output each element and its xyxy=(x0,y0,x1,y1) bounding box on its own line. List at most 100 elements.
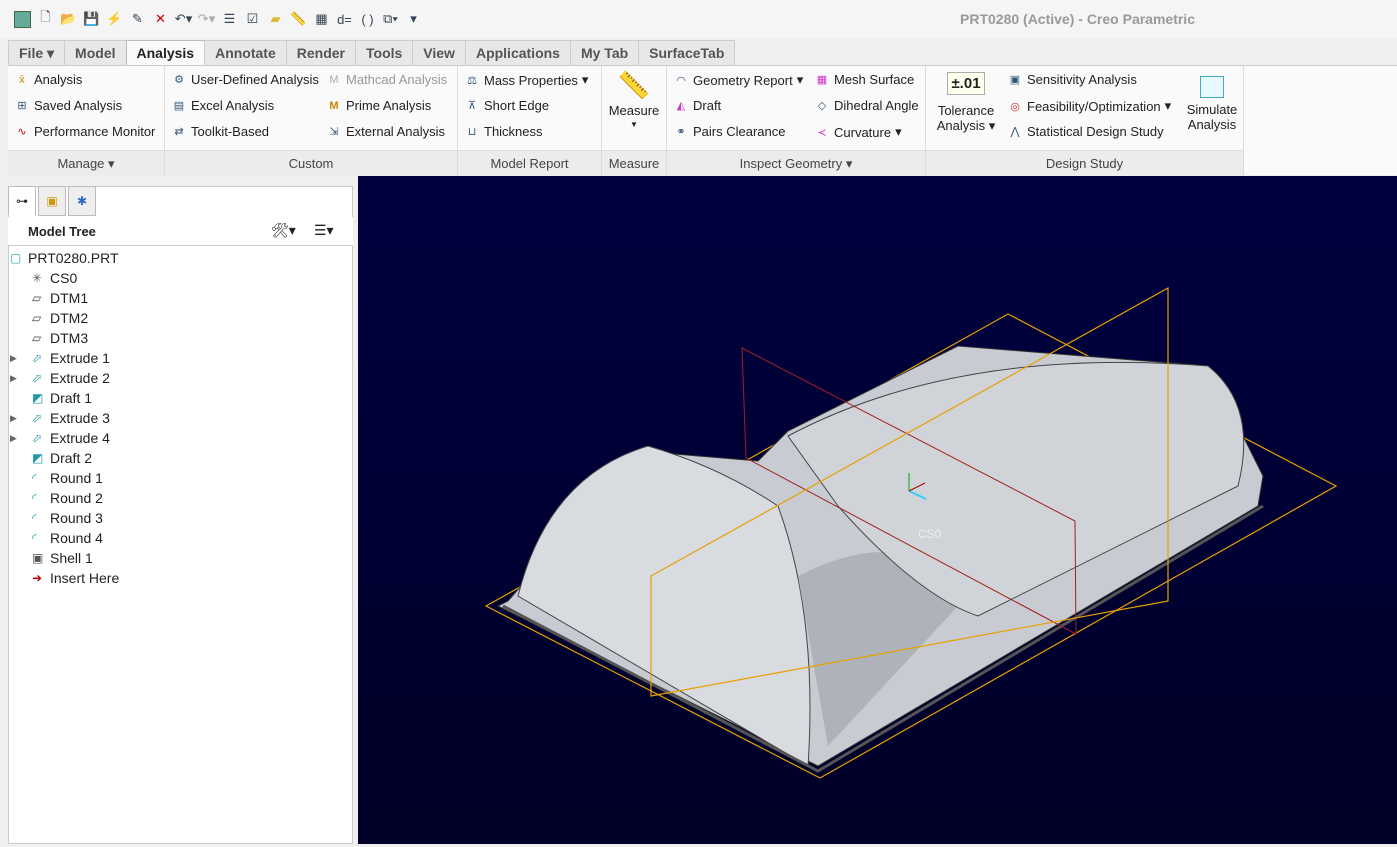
tree-item[interactable]: ◩ Draft 2 xyxy=(10,448,119,468)
round-icon: ◜ xyxy=(32,511,37,525)
tab-tools[interactable]: Tools xyxy=(355,40,414,65)
windows-icon[interactable]: ⧉▾ xyxy=(382,11,399,28)
relations-icon[interactable]: ☰ xyxy=(221,11,238,28)
tree-item-label: Extrude 1 xyxy=(50,350,110,366)
performance-monitor-icon: ∿ xyxy=(17,126,27,138)
mathcad-analysis-button[interactable]: M Mathcad Analysis xyxy=(326,72,447,87)
geometry-report-button[interactable]: ◠ Geometry Report ▾ xyxy=(673,72,803,88)
tab-model[interactable]: Model xyxy=(64,40,127,65)
thickness-button[interactable]: ⊔ Thickness xyxy=(464,124,543,139)
tree-item-label: PRT0280.PRT xyxy=(28,250,119,266)
toolkit-based-button[interactable]: ⇄ Toolkit-Based xyxy=(171,124,269,139)
dihedral-angle-icon: ◇ xyxy=(817,100,827,112)
feasibility-optimization-button[interactable]: ◎ Feasibility/Optimization ▾ xyxy=(1007,98,1171,114)
datum-plane-icon: ▱ xyxy=(32,331,42,345)
manage-group-label[interactable]: Manage ▾ xyxy=(8,150,164,176)
tree-item[interactable]: ▶ ⬀ Extrude 4 xyxy=(10,428,119,448)
open-icon[interactable]: 📂 xyxy=(60,11,77,28)
mesh-surface-button[interactable]: ▦ Mesh Surface xyxy=(814,72,914,87)
tab-annotate[interactable]: Annotate xyxy=(204,40,287,65)
excel-analysis-button[interactable]: ▤ Excel Analysis xyxy=(171,98,274,113)
edit-icon[interactable]: ✎ xyxy=(129,11,146,28)
tab-analysis[interactable]: Analysis xyxy=(125,40,206,67)
tab-render[interactable]: Render xyxy=(285,40,356,65)
new-icon[interactable]: 🗋 xyxy=(37,9,54,28)
expand-arrow-icon[interactable]: ▶ xyxy=(10,353,24,364)
app-icon[interactable] xyxy=(14,10,31,28)
expand-arrow-icon[interactable]: ▶ xyxy=(10,433,24,444)
csys-label: CS0 xyxy=(918,527,942,541)
tree-item-label: Insert Here xyxy=(50,570,120,586)
tree-item[interactable]: ◜ Round 2 xyxy=(10,488,119,508)
tree-item[interactable]: ▶ ⬀ Extrude 2 xyxy=(10,368,119,388)
mass-properties-button[interactable]: ⚖ Mass Properties ▾ xyxy=(464,72,588,88)
undo-icon[interactable]: ↶▾ xyxy=(175,11,192,28)
performance-monitor-button[interactable]: ∿ Performance Monitor xyxy=(14,124,155,139)
tree-item[interactable]: ▣ Shell 1 xyxy=(10,548,119,568)
folder-icon[interactable]: ▰ xyxy=(267,11,284,28)
regenerate-icon[interactable]: ⚡ xyxy=(106,11,123,28)
measure-icon[interactable]: 📏 xyxy=(290,11,307,28)
tolerance-analysis-button[interactable]: ±.01 Tolerance Analysis ▾ xyxy=(930,72,1002,134)
tree-item[interactable]: ◜ Round 1 xyxy=(10,468,119,488)
tree-item[interactable]: ▱ DTM1 xyxy=(10,288,119,308)
expand-arrow-icon[interactable]: ▶ xyxy=(10,373,24,384)
draft-analysis-icon: ◭ xyxy=(676,100,686,112)
statistical-icon: ⋀ xyxy=(1010,126,1020,138)
model-tree: ▢ PRT0280.PRT ✳ CS0 ▱ DTM1 ▱ DTM2 ▱ DTM3 ▶ ⬀ Extrude… xyxy=(10,248,119,588)
mass-properties-icon: ⚖ xyxy=(467,74,477,87)
pairs-clearance-button[interactable]: ⚭ Pairs Clearance xyxy=(673,124,785,139)
graphics-viewport[interactable]: CS0 xyxy=(358,176,1397,844)
extrude-icon: ⬀ xyxy=(32,371,43,385)
folder-browser-tab[interactable]: ▣ xyxy=(38,186,66,216)
select-icon[interactable]: ☑ xyxy=(244,11,261,28)
brackets-icon[interactable]: ( ) xyxy=(359,11,376,28)
tree-item[interactable]: ✳ CS0 xyxy=(10,268,119,288)
saved-analysis-button[interactable]: ⊞ Saved Analysis xyxy=(14,98,122,113)
tab-surfacetab[interactable]: SurfaceTab xyxy=(638,40,736,65)
d-equals-icon[interactable]: d= xyxy=(336,11,353,28)
statistical-design-study-button[interactable]: ⋀ Statistical Design Study xyxy=(1007,124,1163,139)
parameters-icon[interactable]: ▦ xyxy=(313,11,330,28)
dihedral-angle-button[interactable]: ◇ Dihedral Angle xyxy=(814,98,919,113)
tab-view[interactable]: View xyxy=(412,40,466,65)
external-analysis-button[interactable]: ⇲ External Analysis xyxy=(326,124,445,139)
short-edge-button[interactable]: ⊼ Short Edge xyxy=(464,98,549,113)
curvature-button[interactable]: ≺ Curvature ▾ xyxy=(814,124,901,140)
insert-arrow-icon: ➜ xyxy=(32,571,43,585)
tab-my-tab[interactable]: My Tab xyxy=(569,40,640,65)
tree-item[interactable]: ◜ Round 4 xyxy=(10,528,119,548)
customize-icon[interactable]: ▾ xyxy=(405,11,422,28)
prime-analysis-button[interactable]: M Prime Analysis xyxy=(326,98,431,113)
model-3d-view: CS0 xyxy=(484,286,1338,779)
tree-item[interactable]: ➜ Insert Here xyxy=(10,568,119,588)
ribbon-tabs: File ▾ Model Analysis Annotate Render To… xyxy=(8,40,736,67)
tree-item[interactable]: ◩ Draft 1 xyxy=(10,388,119,408)
user-defined-analysis-button[interactable]: ⚙ User-Defined Analysis xyxy=(171,72,319,87)
tree-item[interactable]: ▶ ⬀ Extrude 3 xyxy=(10,408,119,428)
tree-item-label: Round 1 xyxy=(50,470,103,486)
tab-applications[interactable]: Applications xyxy=(464,40,571,65)
close-window-icon[interactable]: ✕ xyxy=(152,11,169,28)
model-tree-tab[interactable]: ⊶ xyxy=(8,186,36,216)
measure-button[interactable]: 📏 Measure ▼ xyxy=(602,70,666,129)
inspect-geometry-group-label[interactable]: Inspect Geometry ▾ xyxy=(667,150,925,176)
tab-file[interactable]: File ▾ xyxy=(8,40,66,65)
analysis-button[interactable]: x̄ Analysis xyxy=(14,72,82,87)
tree-item-label: Round 2 xyxy=(50,490,103,506)
favorites-tab[interactable]: ✱ xyxy=(68,186,96,216)
tree-item[interactable]: ◜ Round 3 xyxy=(10,508,119,528)
simulate-analysis-button[interactable]: Simulate Analysis xyxy=(1183,70,1241,132)
draft-button[interactable]: ◭ Draft xyxy=(673,98,721,113)
sensitivity-analysis-button[interactable]: ▣ Sensitivity Analysis xyxy=(1007,72,1137,87)
expand-arrow-icon[interactable]: ▶ xyxy=(10,413,24,424)
tree-item[interactable]: ▱ DTM2 xyxy=(10,308,119,328)
tree-item[interactable]: ▢ PRT0280.PRT xyxy=(10,248,119,268)
show-menu-icon[interactable]: ☰▾ xyxy=(314,222,334,239)
tree-item[interactable]: ▶ ⬀ Extrude 1 xyxy=(10,348,119,368)
tree-settings-icon[interactable]: 🛠▾ xyxy=(271,222,296,239)
tree-item[interactable]: ▱ DTM3 xyxy=(10,328,119,348)
save-icon[interactable]: 💾 xyxy=(83,11,100,28)
redo-icon[interactable]: ↷▾ xyxy=(198,11,215,28)
datum-plane-icon: ▱ xyxy=(32,291,42,305)
